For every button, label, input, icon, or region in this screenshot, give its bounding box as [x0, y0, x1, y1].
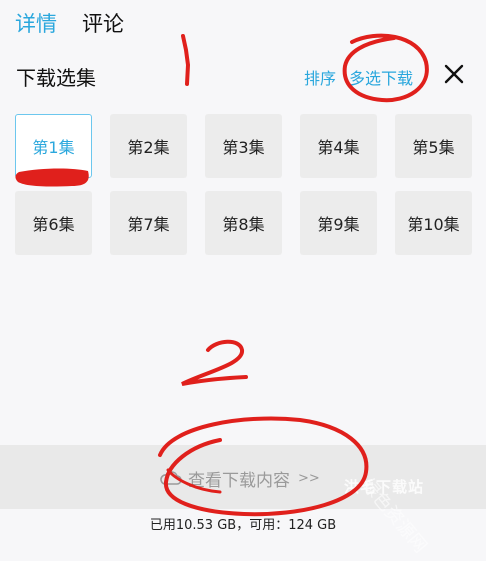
view-downloads-button[interactable]: 查看下载内容 >> — [160, 467, 320, 491]
episode-item[interactable]: 第7集 — [110, 191, 187, 255]
tab-details[interactable]: 详情 — [15, 8, 57, 38]
close-icon — [444, 64, 464, 84]
multi-select-download-button[interactable]: 多选下载 — [349, 65, 413, 89]
download-episodes-title: 下载选集 — [16, 66, 96, 90]
episode-item[interactable]: 第3集 — [205, 114, 282, 178]
tab-comments[interactable]: 评论 — [82, 8, 124, 38]
episode-item[interactable]: 第5集 — [395, 114, 472, 178]
sort-button[interactable]: 排序 — [304, 65, 336, 89]
episode-grid: 第1集 第2集 第3集 第4集 第5集 第6集 第7集 第8集 第9集 第10集 — [15, 114, 477, 256]
cloud-icon — [160, 471, 182, 485]
top-tabs: 详情 评论 — [0, 0, 486, 44]
episode-item[interactable]: 第8集 — [205, 191, 282, 255]
episode-item[interactable]: 第6集 — [15, 191, 92, 255]
chevrons-right-icon: >> — [298, 470, 320, 486]
episode-item[interactable]: 第4集 — [300, 114, 377, 178]
view-downloads-label: 查看下载内容 — [188, 470, 290, 491]
episode-item[interactable]: 第9集 — [300, 191, 377, 255]
close-button[interactable] — [440, 60, 468, 88]
episode-item[interactable]: 第1集 — [15, 114, 92, 178]
episode-item[interactable]: 第10集 — [395, 191, 472, 255]
episode-item[interactable]: 第2集 — [110, 114, 187, 178]
